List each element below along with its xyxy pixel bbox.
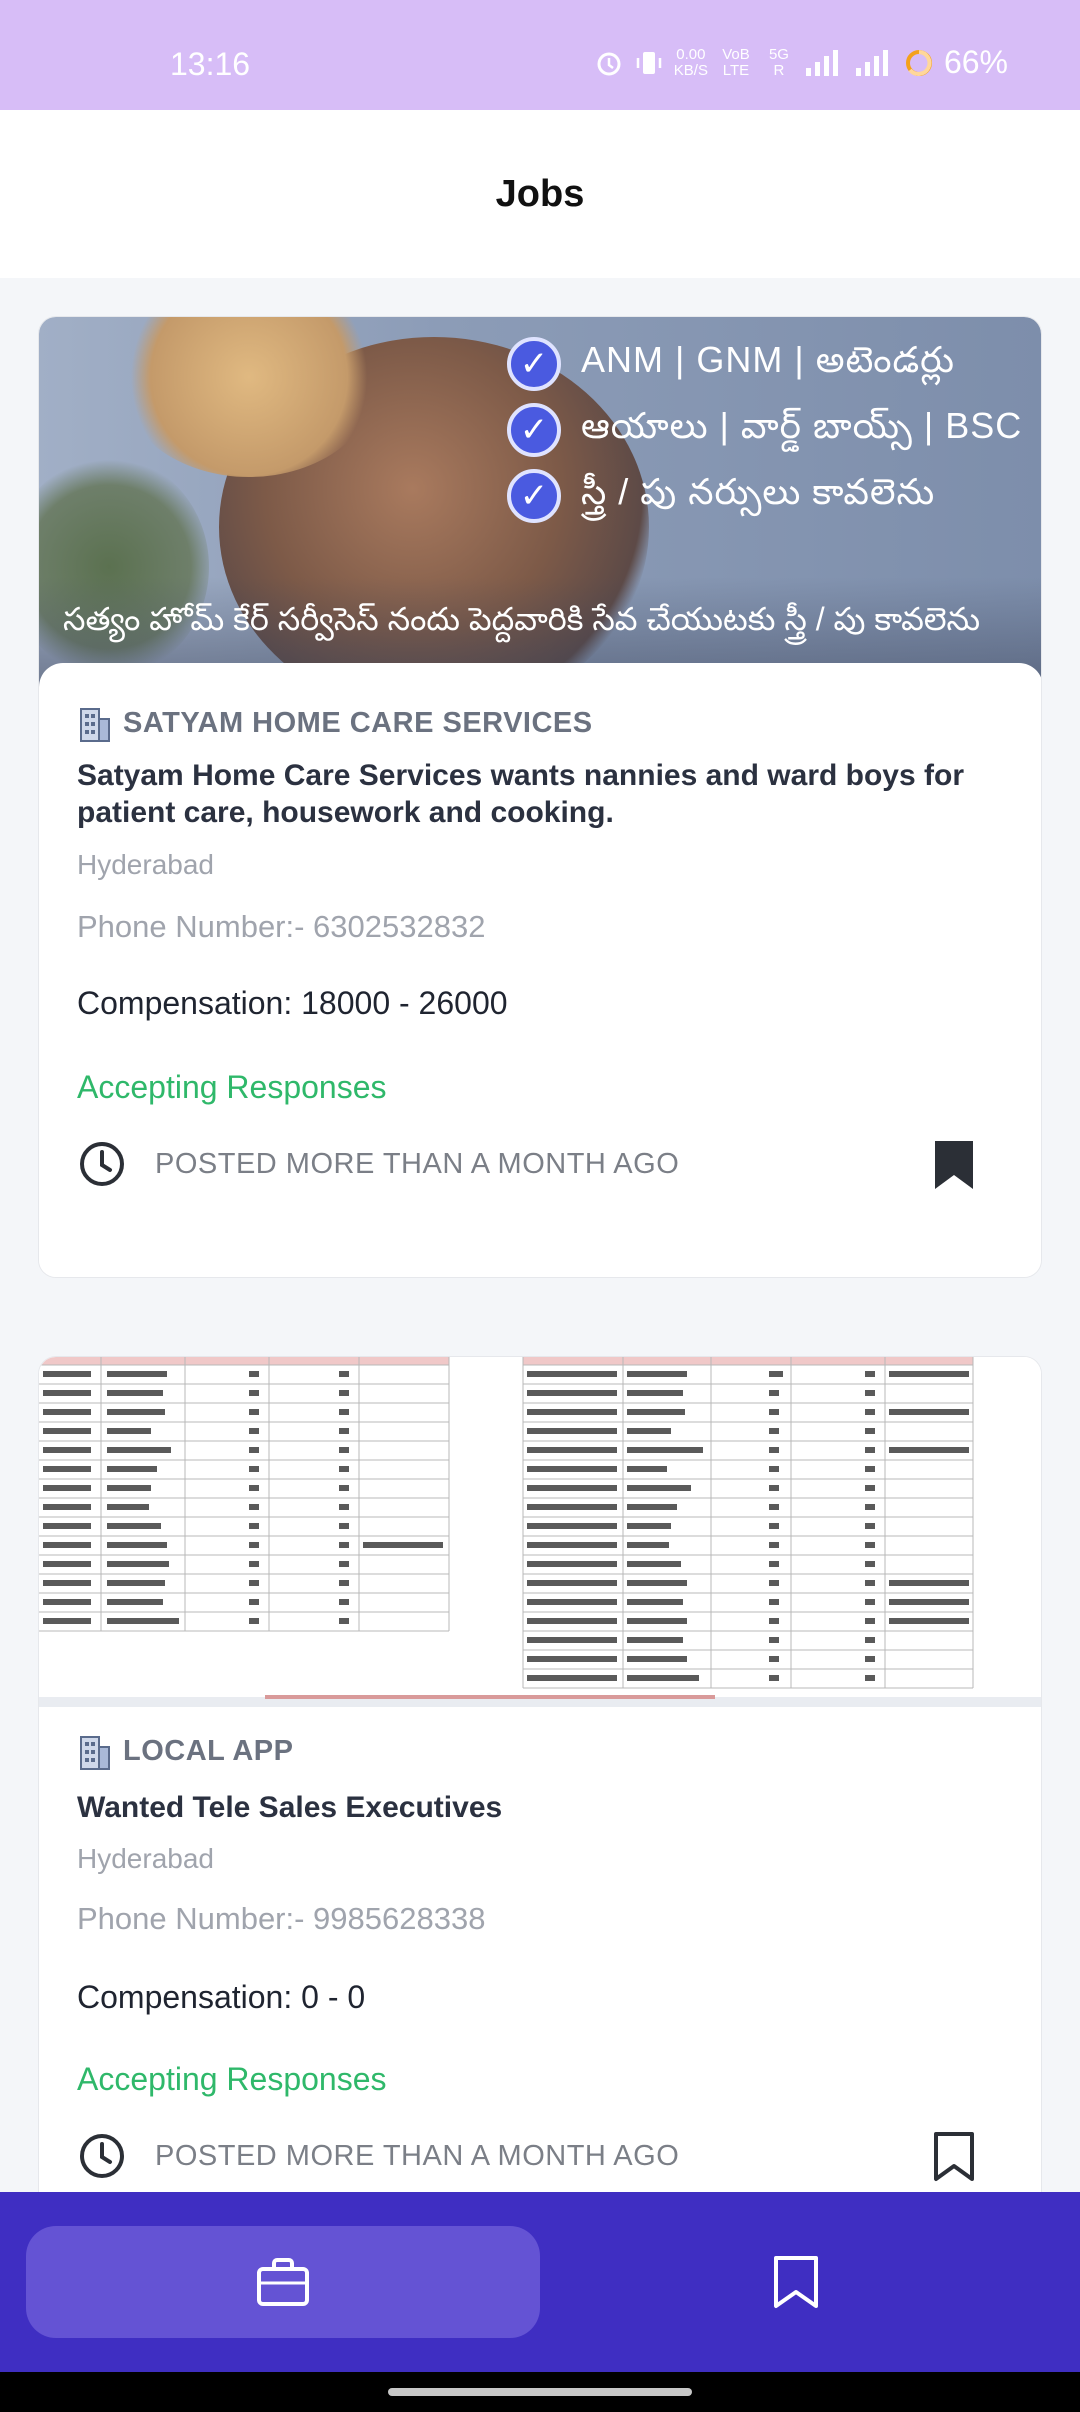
app-header: Jobs <box>0 110 1080 278</box>
company-name: LOCAL APP <box>123 1734 294 1767</box>
banner-check-row: ✓ స్త్రీ / పు నర్సులు కావలెను <box>507 469 935 523</box>
job-title[interactable]: Satyam Home Care Services wants nannies … <box>77 757 1007 831</box>
clock-icon <box>80 1142 124 1186</box>
job-card[interactable]: LOCAL APP Wanted Tele Sales Executives H… <box>38 1356 1042 2192</box>
job-compensation: Compensation: 0 - 0 <box>77 1979 366 2015</box>
clock-icon <box>80 2134 124 2178</box>
nav-jobs-tab[interactable] <box>26 2226 540 2338</box>
check-icon: ✓ <box>507 337 561 391</box>
job-banner-image <box>39 1357 1041 1737</box>
spreadsheet-image <box>39 1357 1041 1707</box>
net-speed: 0.00 KB/S <box>673 45 708 79</box>
bookmark-filled-icon[interactable] <box>933 1139 975 1191</box>
job-card-body: LOCAL APP Wanted Tele Sales Executives H… <box>39 1707 1041 2192</box>
job-status: Accepting Responses <box>77 1069 387 1105</box>
posted-time: POSTED MORE THAN A MONTH AGO <box>155 2139 680 2172</box>
bottom-navigation <box>0 2192 1080 2372</box>
company-row: SATYAM HOME CARE SERVICES <box>77 703 593 743</box>
bookmark-icon <box>774 2256 818 2308</box>
battery-icon <box>905 49 932 76</box>
building-icon <box>80 1736 110 1770</box>
status-bar: 13:16 0.00 KB/S VoB LTE 5G R 66% <box>0 0 1080 110</box>
company-row: LOCAL APP <box>77 1731 293 1771</box>
banner-check-row: ✓ ఆయాలు | వార్డ్ బాయ్స్ | BSC <box>507 403 1022 457</box>
nav-saved-tab[interactable] <box>740 2226 852 2338</box>
system-gesture-bar <box>0 2372 1080 2412</box>
job-location: Hyderabad <box>77 849 214 880</box>
volte-label: VoB LTE <box>722 45 750 79</box>
banner-check-row: ✓ ANM | GNM | అటెండర్లు <box>507 337 955 391</box>
check-icon: ✓ <box>507 403 561 457</box>
network-label: 5G R <box>768 45 789 79</box>
signal-icon <box>805 49 838 76</box>
briefcase-icon <box>257 2258 309 2306</box>
bookmark-outline-icon[interactable] <box>933 2131 975 2183</box>
job-phone[interactable]: Phone Number:- 6302532832 <box>77 909 485 945</box>
banner-caption: సత్యం హోమ్ కేర్ సర్వీసెస్ నందు పెద్దవారి… <box>63 601 981 637</box>
building-icon <box>80 708 110 742</box>
vibrate-icon <box>636 51 662 74</box>
job-location: Hyderabad <box>77 1843 214 1874</box>
home-gesture-handle[interactable] <box>388 2388 692 2396</box>
job-phone[interactable]: Phone Number:- 9985628338 <box>77 1901 485 1937</box>
alarm-icon <box>597 52 621 75</box>
company-name: SATYAM HOME CARE SERVICES <box>123 706 593 739</box>
job-compensation: Compensation: 18000 - 26000 <box>77 985 508 1021</box>
job-title[interactable]: Wanted Tele Sales Executives <box>77 1789 1007 1826</box>
job-status: Accepting Responses <box>77 2061 387 2097</box>
page-title: Jobs <box>495 172 585 215</box>
status-time: 13:16 <box>170 46 251 82</box>
signal-icon <box>855 49 888 76</box>
job-banner-image: ✓ ANM | GNM | అటెండర్లు ✓ ఆయాలు | వార్డ్… <box>39 317 1041 697</box>
job-card-body: SATYAM HOME CARE SERVICES Satyam Home Ca… <box>39 663 1041 1277</box>
posted-row: POSTED MORE THAN A MONTH AGO <box>77 1139 679 1189</box>
check-icon: ✓ <box>507 469 561 523</box>
job-card[interactable]: ✓ ANM | GNM | అటెండర్లు ✓ ఆయాలు | వార్డ్… <box>38 316 1042 1278</box>
battery-percent: 66% <box>943 44 1008 80</box>
jobs-feed[interactable]: ✓ ANM | GNM | అటెండర్లు ✓ ఆయాలు | వార్డ్… <box>0 278 1080 2192</box>
posted-time: POSTED MORE THAN A MONTH AGO <box>155 1147 680 1180</box>
status-indicators: 0.00 KB/S VoB LTE 5G R 66% <box>594 44 1008 81</box>
posted-row: POSTED MORE THAN A MONTH AGO <box>77 2131 679 2181</box>
